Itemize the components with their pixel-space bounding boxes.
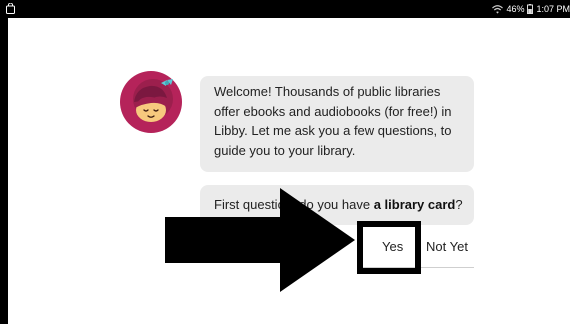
right-arrow-icon xyxy=(165,188,355,292)
bag-icon xyxy=(6,3,15,14)
welcome-message-bubble: Welcome! Thousands of public libraries o… xyxy=(200,76,474,172)
question-bold: a library card xyxy=(373,197,456,212)
clock: 1:07 PM xyxy=(536,4,570,14)
welcome-message-text: Welcome! Thousands of public libraries o… xyxy=(214,84,452,158)
yes-highlight-box xyxy=(357,221,421,274)
status-bar: 46% 1:07 PM xyxy=(0,0,570,18)
not-yet-button[interactable]: Not Yet xyxy=(426,239,468,254)
app-screen: Welcome! Thousands of public libraries o… xyxy=(8,18,570,324)
question-suffix: ? xyxy=(455,197,463,212)
battery-percent: 46% xyxy=(506,4,525,14)
status-right: 46% 1:07 PM xyxy=(492,3,570,15)
wifi-icon xyxy=(492,4,504,14)
libby-avatar xyxy=(120,71,182,133)
battery-icon xyxy=(527,4,534,14)
